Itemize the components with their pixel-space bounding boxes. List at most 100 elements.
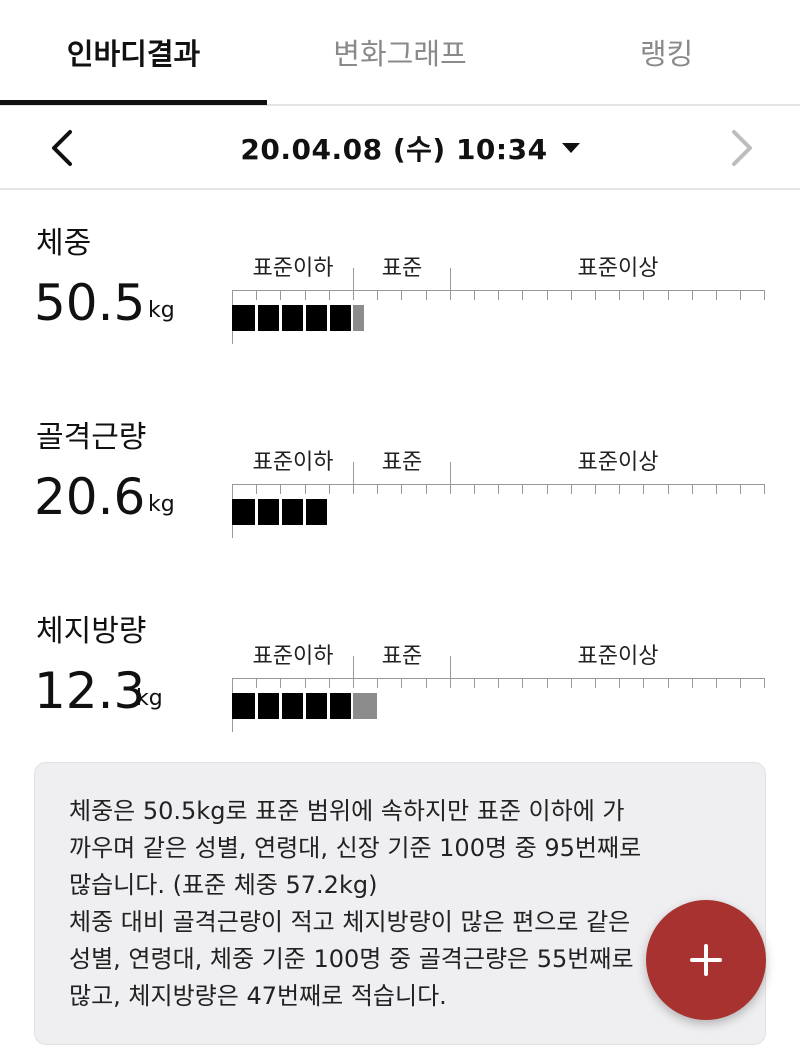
metric-unit: kg	[136, 686, 163, 711]
metric-label: 체중	[36, 226, 92, 261]
scale-tick	[619, 290, 621, 300]
metric-unit: kg	[148, 298, 175, 323]
scale-tick	[691, 484, 693, 494]
scale-tick	[328, 484, 330, 494]
scale-label-standard: 표준	[381, 256, 423, 281]
scale-tick	[328, 678, 330, 688]
scale-tick	[401, 484, 403, 494]
scale-tick	[498, 678, 500, 688]
scale-tick	[304, 484, 306, 494]
previous-date-button[interactable]	[40, 126, 84, 170]
scale-tick	[425, 484, 427, 494]
scale-tick	[595, 484, 596, 494]
scale-tick	[546, 678, 548, 688]
range-scale: 표준이하 표준 표준이상	[232, 432, 766, 552]
metric-skeletal-muscle: 골격근량 20.6 kg 표준이하 표준 표준이상	[0, 412, 800, 592]
chevron-left-icon	[52, 130, 72, 166]
scale-tick	[377, 290, 379, 300]
level-bar-segment	[306, 305, 328, 331]
metric-label: 골격근량	[36, 420, 147, 455]
scale-tick	[401, 678, 403, 688]
summary-line: 체중은 50.5kg로 표준 범위에 속하지만 표준 이하에 가	[69, 797, 625, 825]
scale-tick	[522, 484, 524, 494]
scale-tick	[377, 484, 379, 494]
scale-tick	[740, 290, 742, 300]
analysis-summary-text: 체중은 50.5kg로 표준 범위에 속하지만 표준 이하에 가 까우며 같은 …	[69, 793, 749, 1015]
tab-change-graph[interactable]: 변화그래프	[267, 0, 533, 104]
metric-value: 50.5	[34, 274, 146, 332]
tab-inbody-result[interactable]: 인바디결과	[0, 0, 267, 104]
caret-down-icon	[561, 143, 580, 153]
scale-tick	[498, 484, 500, 494]
metric-value: 12.3	[34, 662, 146, 720]
scale-tick	[764, 290, 766, 300]
scale-tick	[280, 484, 282, 494]
scale-label-standard: 표준	[381, 644, 423, 669]
scale-label-above: 표준이상	[577, 644, 659, 669]
scale-tick	[643, 290, 645, 300]
scale-tick	[522, 678, 524, 688]
scale-tick	[619, 678, 621, 688]
level-bar-partial-segment	[353, 305, 364, 331]
scale-tick	[353, 462, 354, 494]
scale-tick	[546, 484, 548, 494]
next-date-button[interactable]	[720, 126, 764, 170]
level-bar-segment	[330, 693, 352, 719]
add-measurement-button[interactable]	[646, 900, 766, 1020]
scale-tick	[716, 290, 717, 300]
scale-tick	[449, 656, 451, 688]
scale-tick	[667, 290, 669, 300]
tab-ranking[interactable]: 랭킹	[533, 0, 800, 104]
scale-tick	[401, 290, 403, 300]
level-bar-partial-segment	[353, 693, 378, 719]
scale-label-standard: 표준	[381, 450, 423, 475]
scale-tick	[474, 678, 475, 688]
measurement-date: 20.04.08 (수) 10:34	[240, 133, 548, 166]
scale-label-below: 표준이하	[252, 644, 334, 669]
chevron-right-icon	[732, 130, 752, 166]
scale-tick	[595, 678, 596, 688]
scale-tick	[595, 290, 596, 300]
active-tab-indicator	[0, 100, 267, 105]
metric-value: 20.6	[34, 468, 146, 526]
summary-line: 까우며 같은 성별, 연령대, 신장 기준 100명 중 95번째로	[69, 834, 642, 862]
scale-label-below: 표준이하	[252, 450, 334, 475]
scale-tick	[449, 462, 451, 494]
date-navigation-bar: 20.04.08 (수) 10:34	[0, 106, 800, 190]
scale-tick	[377, 678, 379, 688]
scale-label-above: 표준이상	[577, 450, 659, 475]
metric-unit: kg	[148, 492, 175, 517]
scale-tick	[764, 678, 766, 688]
scale-tick	[256, 290, 258, 300]
scale-tick	[667, 484, 669, 494]
scale-tick	[304, 290, 306, 300]
scale-tick	[280, 290, 282, 300]
scale-tick	[546, 290, 548, 300]
tab-bar: 인바디결과 변화그래프 랭킹	[0, 0, 800, 106]
range-scale: 표준이하 표준 표준이상	[232, 238, 766, 358]
level-bar-segment	[232, 499, 255, 525]
metric-body-fat: 체지방량 12.3 kg 표준이하 표준 표준이상	[0, 606, 800, 786]
scale-tick	[328, 290, 330, 300]
metric-label: 체지방량	[36, 614, 147, 649]
date-selector[interactable]: 20.04.08 (수) 10:34	[240, 124, 580, 172]
scale-tick	[256, 678, 258, 688]
scale-tick	[570, 484, 572, 494]
level-bar-segment	[306, 693, 328, 719]
summary-line: 많습니다. (표준 체중 57.2kg)	[69, 871, 378, 899]
plus-icon	[690, 944, 722, 976]
range-scale: 표준이하 표준 표준이상	[232, 626, 766, 746]
scale-tick	[716, 678, 717, 688]
scale-tick	[716, 484, 717, 494]
scale-tick	[667, 678, 669, 688]
scale-tick	[740, 484, 742, 494]
scale-tick	[691, 678, 693, 688]
scale-tick	[570, 678, 572, 688]
scale-tick	[256, 484, 258, 494]
scale-tick	[425, 678, 427, 688]
scale-tick	[522, 290, 524, 300]
scale-tick	[570, 290, 572, 300]
level-bar-segment	[232, 693, 255, 719]
scale-tick	[304, 678, 306, 688]
metric-weight: 체중 50.5 kg 표준이하 표준 표준이상	[0, 218, 800, 398]
